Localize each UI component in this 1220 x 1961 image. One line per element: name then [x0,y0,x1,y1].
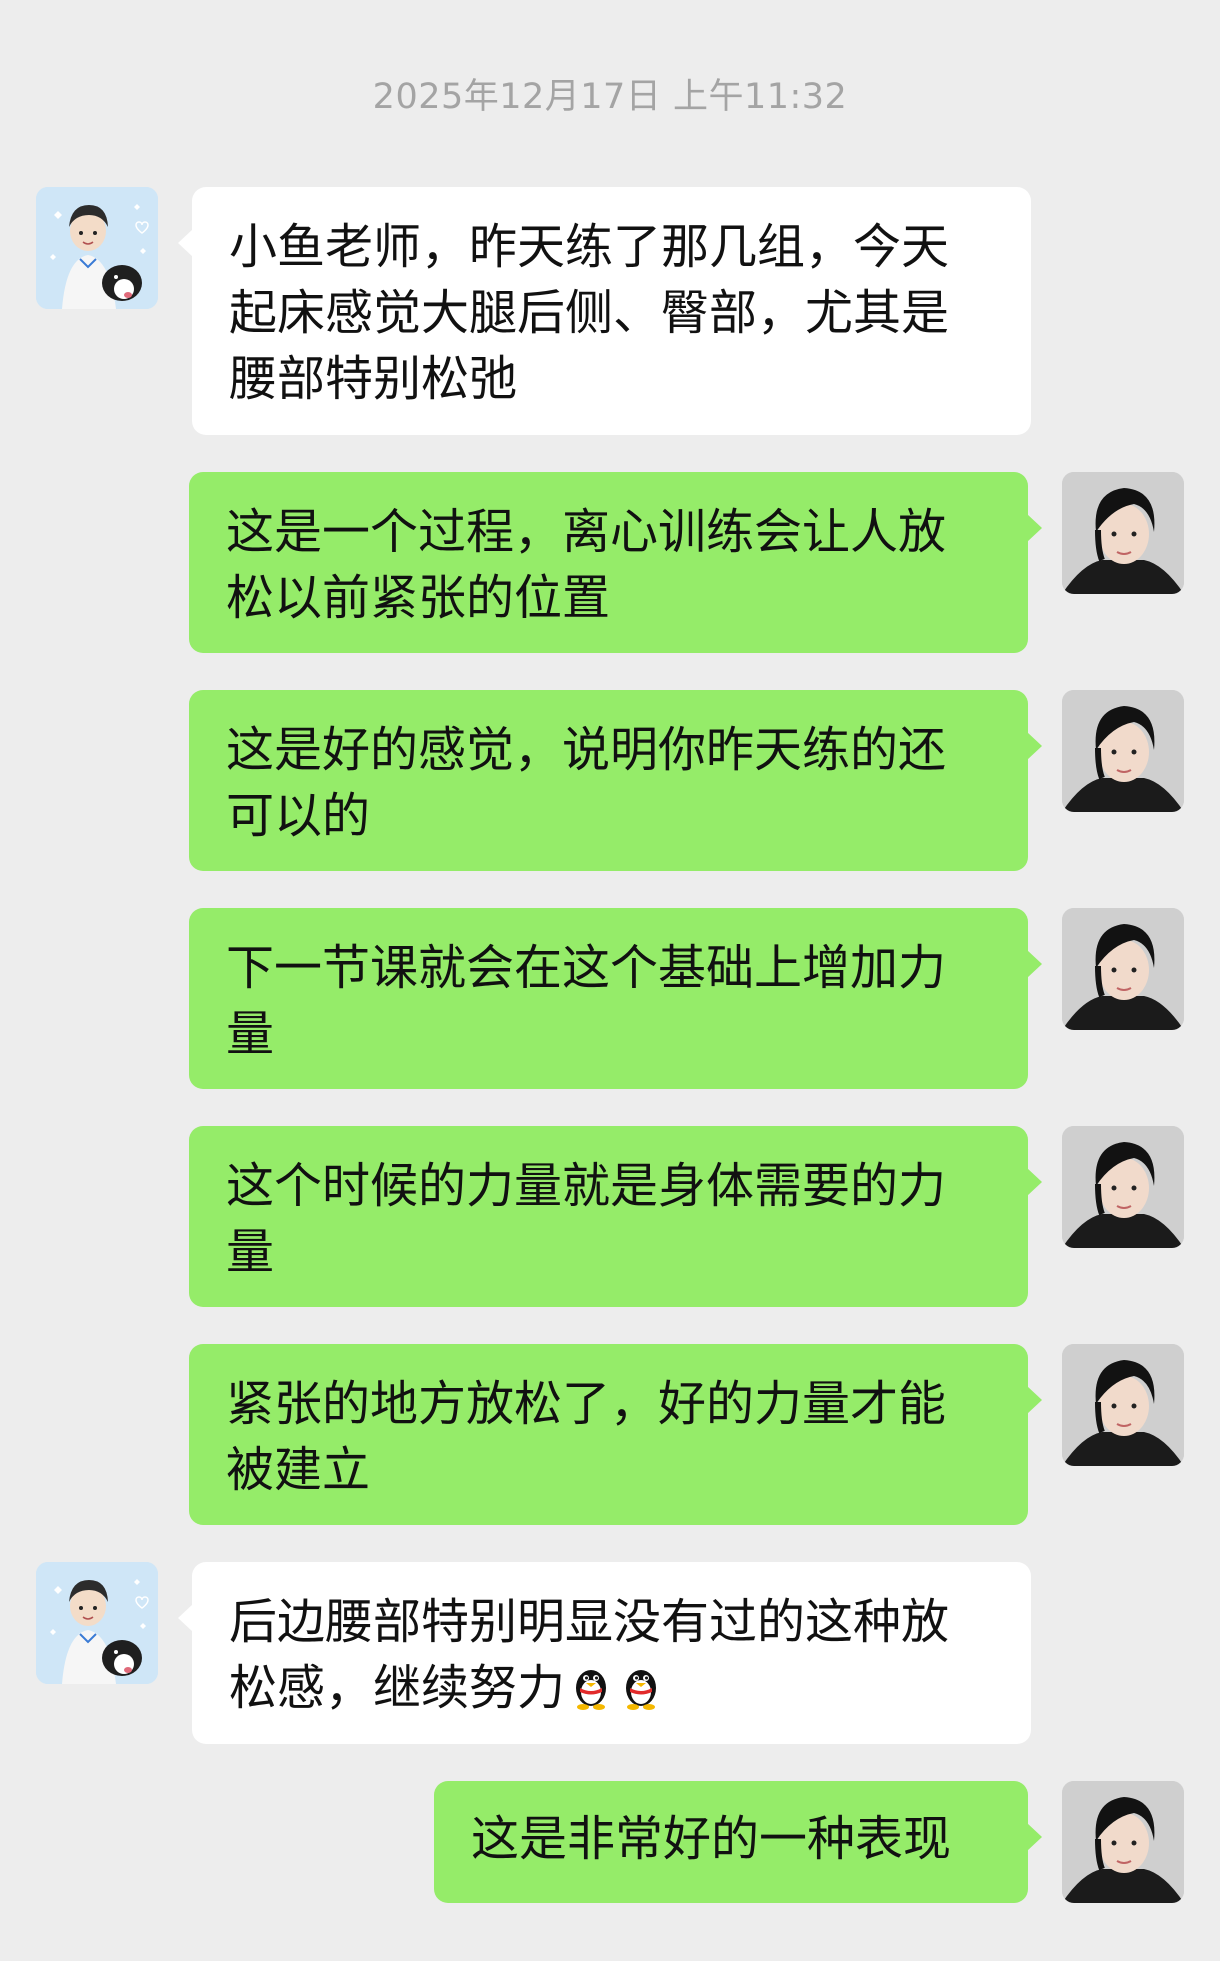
my-avatar[interactable] [1062,1344,1184,1466]
my-avatar[interactable] [1062,690,1184,812]
my-avatar[interactable] [1062,472,1184,594]
outgoing-message-bubble[interactable]: 这是一个过程，离心训练会让人放松以前紧张的位置 [189,472,1042,653]
message-text: 紧张的地方放松了，好的力量才能被建立 [226,1376,947,1498]
incoming-message-bubble[interactable]: 小鱼老师，昨天练了那几组，今天起床感觉大腿后侧、臀部，尤其是腰部特别松弛 [178,187,1031,435]
my-avatar[interactable] [1062,1126,1184,1248]
penguin-emoji [567,1661,615,1727]
message-text: 下一节课就会在这个基础上增加力量 [226,940,947,1062]
outgoing-message-bubble[interactable]: 这个时候的力量就是身体需要的力量 [189,1126,1042,1307]
outgoing-message-bubble[interactable]: 紧张的地方放松了，好的力量才能被建立 [189,1344,1042,1525]
contact-avatar[interactable] [36,1562,158,1684]
outgoing-message-bubble[interactable]: 这是非常好的一种表现 [434,1781,1042,1903]
incoming-message-bubble[interactable]: 后边腰部特别明显没有过的这种放松感，继续努力 [178,1562,1031,1744]
penguin-emoji [617,1661,665,1727]
contact-avatar[interactable] [36,187,158,309]
message-text: 这是一个过程，离心训练会让人放松以前紧张的位置 [226,504,947,626]
chat-timestamp: 2025年12月17日 上午11:32 [372,77,848,117]
message-text: 小鱼老师，昨天练了那几组，今天起床感觉大腿后侧、臀部，尤其是腰部特别松弛 [229,219,950,407]
my-avatar[interactable] [1062,1781,1184,1903]
my-avatar[interactable] [1062,908,1184,1030]
message-text: 这是非常好的一种表现 [471,1811,952,1867]
outgoing-message-bubble[interactable]: 这是好的感觉，说明你昨天练的还可以的 [189,690,1042,871]
message-text: 这个时候的力量就是身体需要的力量 [226,1158,947,1280]
outgoing-message-bubble[interactable]: 下一节课就会在这个基础上增加力量 [189,908,1042,1089]
message-text: 这是好的感觉，说明你昨天练的还可以的 [226,722,947,844]
